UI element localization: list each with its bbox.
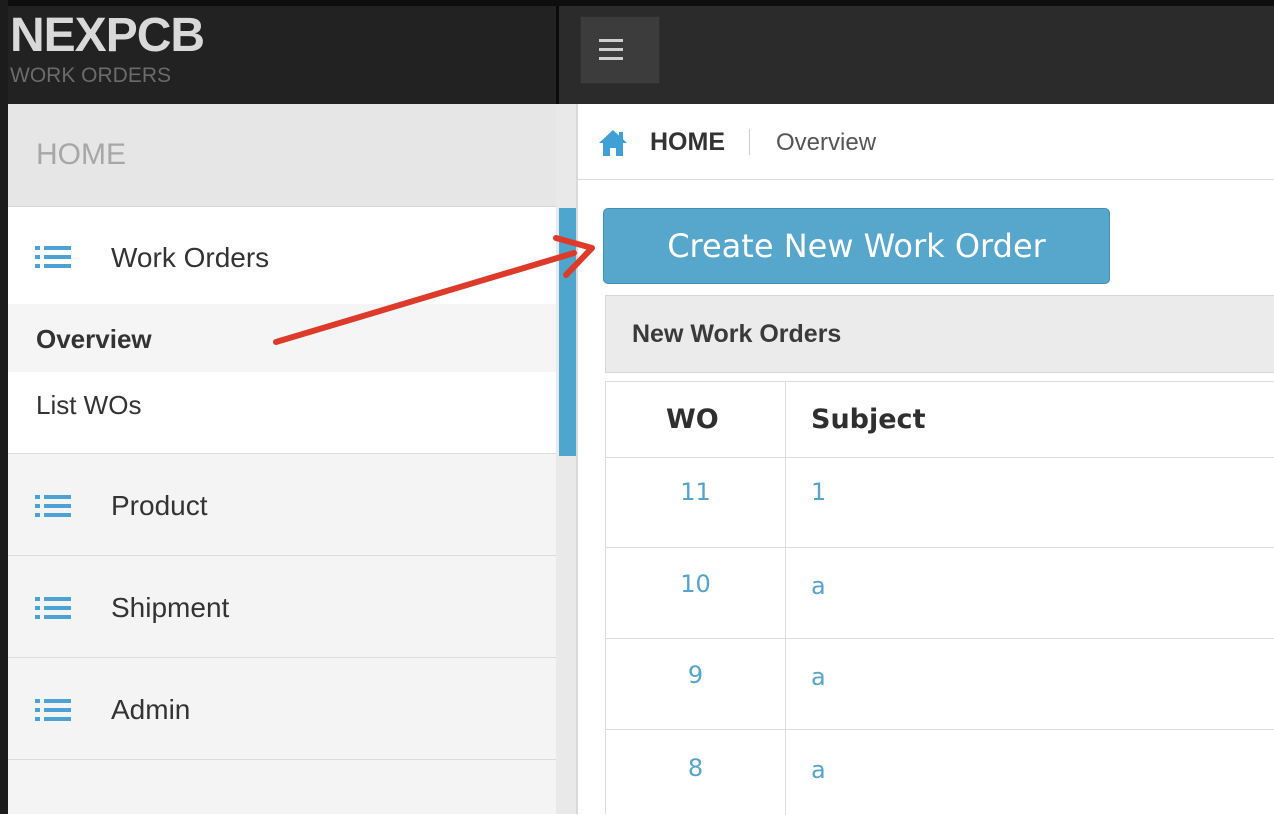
sidebar: HOME Work Orders Overview List WOs Produ… — [8, 104, 556, 814]
menu-toggle-button[interactable] — [580, 16, 660, 84]
table-cell-subject[interactable]: a — [811, 572, 826, 600]
sidebar-group-work-orders: Work Orders Overview List WOs — [8, 207, 556, 454]
list-icon — [35, 699, 71, 721]
column-header-wo[interactable]: WO — [666, 404, 719, 435]
table-cell-wo[interactable]: 9 — [606, 661, 785, 689]
sidebar-item-label: Shipment — [111, 592, 230, 623]
sidebar-item-product[interactable]: Product — [8, 454, 556, 556]
sidebar-home-label: HOME — [36, 138, 126, 171]
sidebar-home[interactable]: HOME — [8, 104, 556, 207]
panel-title: New Work Orders — [632, 320, 842, 348]
table-cell-wo[interactable]: 11 — [606, 478, 785, 506]
sidebar-item-shipment[interactable]: Shipment — [8, 556, 556, 658]
sidebar-subitem-overview[interactable]: Overview — [8, 304, 556, 372]
breadcrumb-separator — [749, 129, 750, 155]
row-divider — [606, 547, 1274, 548]
column-header-subject[interactable]: Subject — [811, 404, 925, 435]
create-new-work-order-button[interactable]: Create New Work Order — [603, 208, 1110, 284]
row-divider — [606, 638, 1274, 639]
sidebar-subitem-list-wos[interactable]: List WOs — [8, 372, 556, 442]
brand-title: NEXPCB — [10, 9, 205, 62]
sidebar-item-label: Product — [111, 490, 208, 521]
brand-block[interactable]: NEXPCB WORK ORDERS — [8, 6, 556, 104]
sidebar-item-work-orders[interactable]: Work Orders — [8, 207, 556, 304]
row-divider — [606, 457, 1274, 458]
home-icon[interactable] — [598, 129, 628, 157]
list-icon — [35, 246, 71, 268]
row-divider — [606, 729, 1274, 730]
table-cell-wo[interactable]: 10 — [606, 570, 785, 598]
column-divider — [785, 382, 786, 815]
table-cell-subject[interactable]: a — [811, 663, 826, 691]
table-cell-subject[interactable]: 1 — [811, 478, 826, 506]
breadcrumb: HOME Overview — [578, 104, 1274, 180]
breadcrumb-current: Overview — [776, 129, 877, 156]
sidebar-item-admin[interactable]: Admin — [8, 658, 556, 760]
sidebar-scrollbar-thumb[interactable] — [559, 208, 576, 456]
new-work-orders-panel-heading: New Work Orders — [605, 295, 1274, 373]
list-icon — [35, 495, 71, 517]
sidebar-subitem-label: List WOs — [36, 390, 142, 420]
breadcrumb-home-link[interactable]: HOME — [650, 128, 725, 157]
sidebar-item-label: Admin — [111, 694, 191, 725]
sidebar-subitem-label: Overview — [36, 324, 152, 354]
sidebar-item-label: Work Orders — [111, 242, 270, 273]
list-icon — [35, 597, 71, 619]
work-orders-table: WO Subject 11 1 10 a 9 a 8 a — [605, 381, 1274, 815]
top-navbar — [559, 6, 1274, 104]
table-cell-subject[interactable]: a — [811, 756, 826, 784]
content-divider — [576, 104, 578, 814]
window-left-edge — [0, 0, 8, 814]
table-cell-wo[interactable]: 8 — [606, 754, 785, 782]
brand-subtitle: WORK ORDERS — [10, 64, 172, 87]
